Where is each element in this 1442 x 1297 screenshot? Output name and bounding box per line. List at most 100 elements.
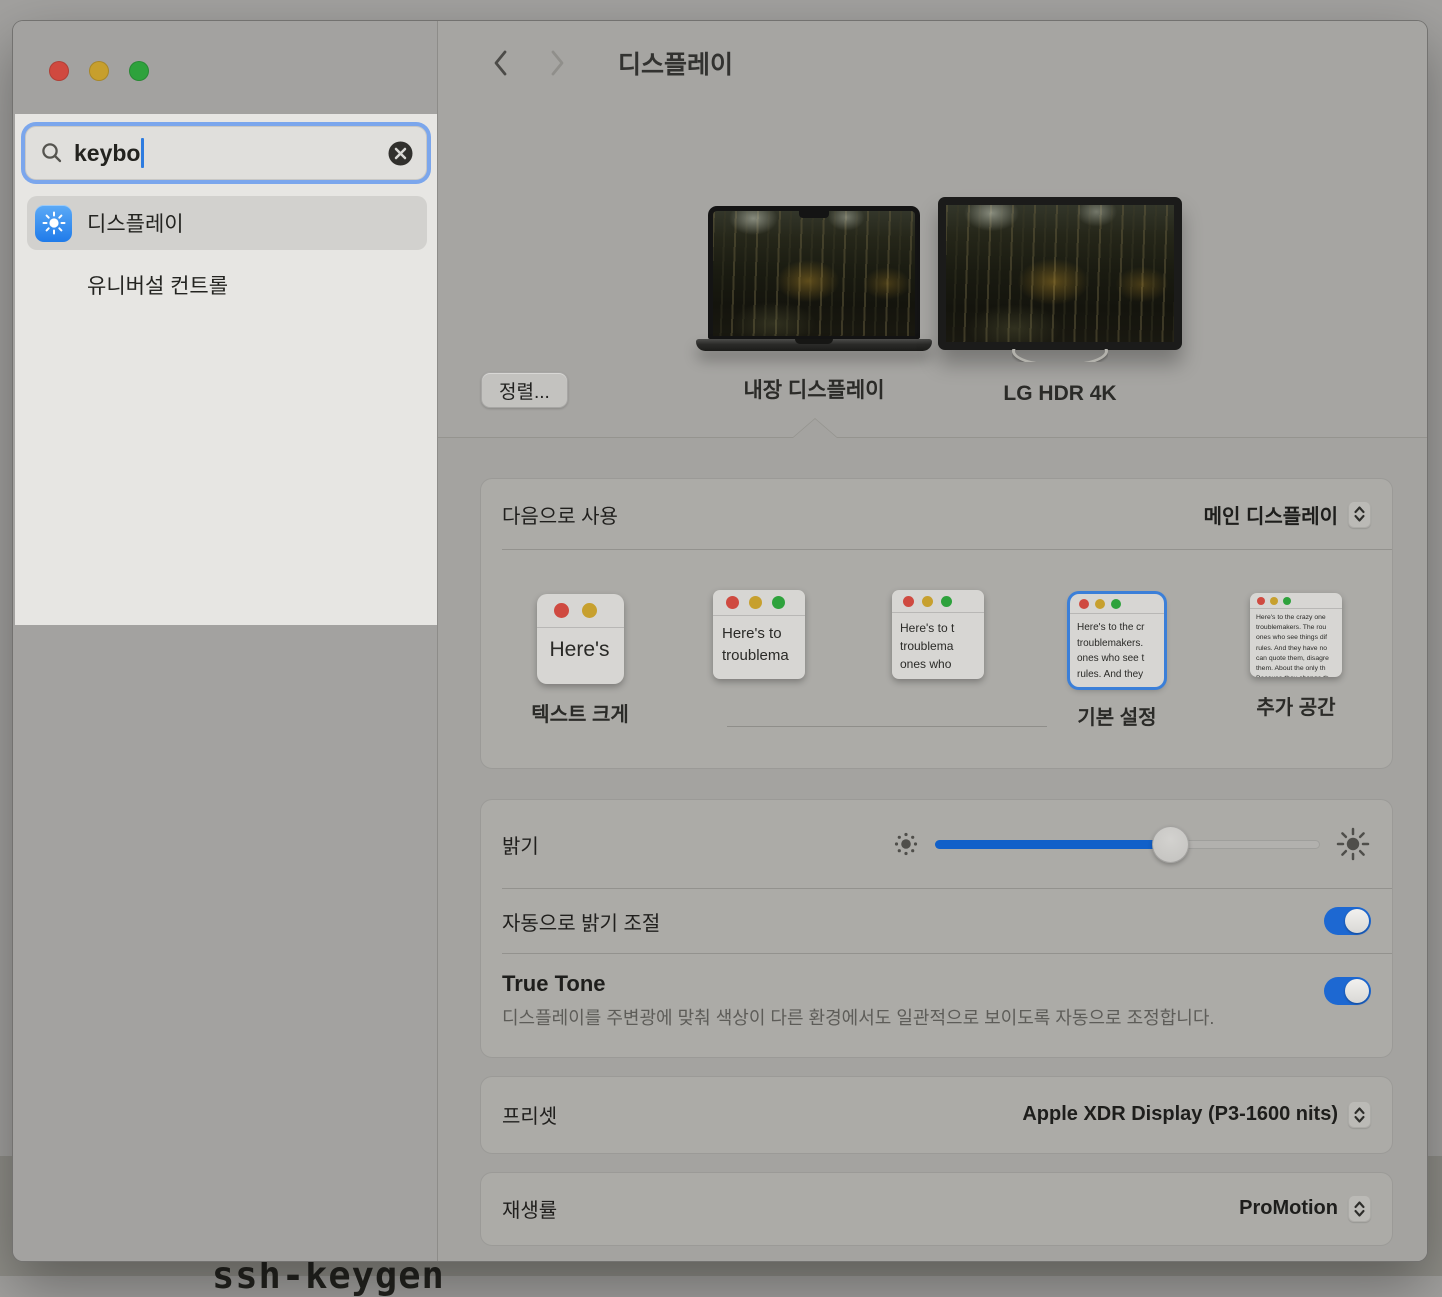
refresh-rate-value: ProMotion bbox=[1239, 1197, 1338, 1220]
refresh-rate-card: 재생률 ProMotion bbox=[481, 1173, 1392, 1245]
brightness-dim-icon bbox=[892, 830, 920, 858]
preset-row: 프리셋 Apple XDR Display (P3-1600 nits) bbox=[481, 1077, 1392, 1153]
true-tone-toggle[interactable] bbox=[1324, 977, 1371, 1005]
scaling-option-3[interactable]: Here's to t troublema ones who bbox=[888, 594, 988, 730]
scaling-preview-window: Here's to t troublema ones who bbox=[892, 590, 984, 679]
window-controls bbox=[13, 21, 437, 81]
traffic-dot-yellow bbox=[582, 603, 597, 618]
chevron-right-icon bbox=[549, 49, 566, 77]
true-tone-row: True Tone 디스플레이를 주변광에 맞춰 색상이 다른 환경에서도 일관… bbox=[481, 954, 1392, 1057]
chevron-up-down-icon bbox=[1348, 501, 1371, 528]
scaling-option-label: 기본 설정 bbox=[1077, 701, 1156, 730]
preset-dropdown[interactable]: Apple XDR Display (P3-1600 nits) bbox=[1022, 1101, 1371, 1128]
traffic-dot-red bbox=[1257, 597, 1265, 605]
back-button[interactable] bbox=[492, 49, 509, 77]
search-result-label: 디스플레이 bbox=[87, 208, 184, 238]
laptop-screen bbox=[708, 206, 920, 339]
brightness-thumb[interactable] bbox=[1152, 826, 1189, 863]
text-cursor bbox=[141, 138, 144, 168]
forest-wallpaper bbox=[713, 211, 915, 336]
traffic-dot-red bbox=[1079, 599, 1089, 609]
display-mode-card: 다음으로 사용 메인 디스플레이 bbox=[481, 479, 1392, 768]
scaling-preview-window: Here's to troublema bbox=[713, 590, 805, 679]
search-result-label: 유니버설 컨트롤 bbox=[87, 270, 228, 300]
traffic-dot-yellow bbox=[1095, 599, 1105, 609]
preview-text: Here's to troublema bbox=[713, 616, 805, 667]
close-button[interactable] bbox=[49, 61, 69, 81]
refresh-rate-row: 재생률 ProMotion bbox=[481, 1173, 1392, 1245]
scaling-option-label: 텍스트 크게 bbox=[531, 698, 629, 727]
scaling-preview-window-selected: Here's to the cr troublemakers. ones who… bbox=[1070, 594, 1164, 687]
true-tone-description: 디스플레이를 주변광에 맞춰 색상이 다른 환경에서도 일관적으로 보이도록 자… bbox=[502, 1005, 1214, 1033]
traffic-dot-red bbox=[903, 596, 914, 607]
auto-brightness-row: 자동으로 밝기 조절 bbox=[481, 889, 1392, 953]
toggle-knob bbox=[1345, 909, 1369, 933]
forest-wallpaper bbox=[946, 205, 1174, 342]
chevron-up-down-icon bbox=[1348, 1195, 1371, 1222]
search-result-display[interactable]: 디스플레이 bbox=[27, 196, 427, 250]
preset-value: Apple XDR Display (P3-1600 nits) bbox=[1022, 1103, 1338, 1126]
true-tone-label: True Tone bbox=[502, 971, 1214, 997]
monitor-stand bbox=[1012, 349, 1108, 362]
scaling-connector-line bbox=[727, 726, 1047, 727]
preview-text: Here's to the cr troublemakers. ones who… bbox=[1070, 614, 1164, 682]
scaling-option-more-space[interactable]: Here's to the crazy one troublemakers. T… bbox=[1246, 594, 1346, 730]
scaling-option-2[interactable]: Here's to troublema bbox=[709, 594, 809, 730]
brightness-label: 밝기 bbox=[502, 830, 539, 859]
traffic-dot-red bbox=[554, 603, 569, 618]
chevron-left-icon bbox=[492, 49, 509, 77]
forward-button[interactable] bbox=[549, 49, 566, 77]
brightness-row: 밝기 bbox=[481, 800, 1392, 888]
traffic-dot-green bbox=[1111, 599, 1121, 609]
scaling-preview-window: Here's bbox=[537, 594, 624, 684]
auto-brightness-toggle[interactable] bbox=[1324, 907, 1371, 935]
traffic-dot-yellow bbox=[1270, 597, 1278, 605]
refresh-rate-dropdown[interactable]: ProMotion bbox=[1239, 1195, 1371, 1222]
builtin-display-thumbnail[interactable]: 내장 디스플레이 bbox=[696, 206, 932, 404]
search-icon bbox=[40, 141, 64, 165]
display-settings-icon bbox=[35, 205, 72, 242]
scaling-options-row: Here's 텍스트 크게 Here's to troublema bbox=[481, 550, 1392, 768]
lg-display-label: LG HDR 4K bbox=[938, 382, 1182, 406]
zoom-button[interactable] bbox=[129, 61, 149, 81]
preset-card: 프리셋 Apple XDR Display (P3-1600 nits) bbox=[481, 1077, 1392, 1153]
preview-text: Here's to the crazy one troublemakers. T… bbox=[1250, 609, 1342, 677]
refresh-rate-label: 재생률 bbox=[502, 1194, 557, 1223]
scaling-option-default[interactable]: Here's to the cr troublemakers. ones who… bbox=[1067, 594, 1167, 730]
use-as-value: 메인 디스플레이 bbox=[1204, 500, 1338, 529]
search-query-text: keybo bbox=[74, 140, 140, 167]
main-pane: 디스플레이 내장 디스플레이 LG HDR 4K 정렬... bbox=[438, 21, 1427, 1261]
search-result-universal-control[interactable]: 유니버설 컨트롤 bbox=[27, 260, 427, 310]
arrange-button[interactable]: 정렬... bbox=[481, 372, 568, 408]
display-picker-area: 내장 디스플레이 LG HDR 4K 정렬... bbox=[438, 85, 1427, 438]
preview-text: Here's to t troublema ones who bbox=[892, 613, 984, 673]
selected-display-notch bbox=[793, 419, 837, 438]
preset-label: 프리셋 bbox=[502, 1100, 557, 1129]
traffic-dot-yellow bbox=[749, 596, 762, 609]
toggle-knob bbox=[1345, 979, 1369, 1003]
search-input[interactable]: keybo bbox=[25, 126, 427, 180]
lg-display-thumbnail[interactable]: LG HDR 4K bbox=[938, 197, 1182, 406]
traffic-dot-green bbox=[772, 596, 785, 609]
brightness-card: 밝기 bbox=[481, 800, 1392, 1057]
chevron-up-down-icon bbox=[1348, 1101, 1371, 1128]
use-as-dropdown[interactable]: 메인 디스플레이 bbox=[1204, 500, 1371, 529]
builtin-display-label: 내장 디스플레이 bbox=[696, 374, 932, 404]
settings-section: 다음으로 사용 메인 디스플레이 bbox=[438, 438, 1427, 1261]
system-settings-window: keybo bbox=[12, 20, 1428, 1262]
page-title: 디스플레이 bbox=[618, 45, 733, 81]
use-as-label: 다음으로 사용 bbox=[502, 500, 618, 529]
minimize-button[interactable] bbox=[89, 61, 109, 81]
traffic-dot-green bbox=[1283, 597, 1291, 605]
brightness-fill bbox=[935, 840, 1170, 849]
scaling-preview-window: Here's to the crazy one troublemakers. T… bbox=[1250, 593, 1342, 677]
laptop-notch bbox=[799, 211, 829, 218]
sidebar: keybo bbox=[13, 21, 437, 1261]
brightness-bright-icon bbox=[1335, 826, 1371, 862]
laptop-base bbox=[696, 339, 932, 351]
clear-search-button[interactable] bbox=[387, 140, 414, 167]
brightness-slider[interactable] bbox=[935, 826, 1320, 862]
traffic-dot-yellow bbox=[922, 596, 933, 607]
scaling-option-larger-text[interactable]: Here's 텍스트 크게 bbox=[530, 594, 630, 730]
search-results-panel: keybo bbox=[15, 114, 437, 625]
